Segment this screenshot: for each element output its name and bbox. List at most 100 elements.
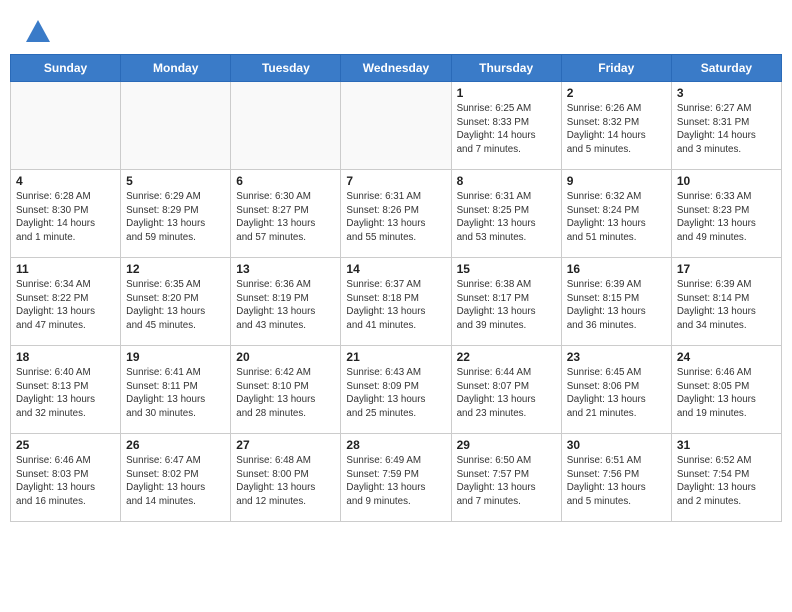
logo xyxy=(24,18,56,46)
calendar-table: SundayMondayTuesdayWednesdayThursdayFrid… xyxy=(10,54,782,522)
day-info: Sunrise: 6:33 AM Sunset: 8:23 PM Dayligh… xyxy=(677,190,776,245)
day-number: 16 xyxy=(567,262,666,276)
day-info: Sunrise: 6:32 AM Sunset: 8:24 PM Dayligh… xyxy=(567,190,666,245)
calendar-cell: 27 Sunrise: 6:48 AM Sunset: 8:00 PM Dayli… xyxy=(231,434,341,522)
header xyxy=(0,0,792,54)
day-info: Sunrise: 6:47 AM Sunset: 8:02 PM Dayligh… xyxy=(126,454,225,509)
calendar-cell: 12Sunrise: 6:35 AM Sunset: 8:20 PM Dayli… xyxy=(121,258,231,346)
day-info: Sunrise: 6:35 AM Sunset: 8:20 PM Dayligh… xyxy=(126,278,225,333)
day-info: Sunrise: 6:48 AM Sunset: 8:00 PM Dayligh… xyxy=(236,454,335,509)
day-number: 20 xyxy=(236,350,335,364)
day-info: Sunrise: 6:44 AM Sunset: 8:07 PM Dayligh… xyxy=(457,366,556,421)
day-info: Sunrise: 6:38 AM Sunset: 8:17 PM Dayligh… xyxy=(457,278,556,333)
calendar-cell: 15 Sunrise: 6:38 AM Sunset: 8:17 PM Dayli… xyxy=(451,258,561,346)
day-number: 1 xyxy=(457,86,556,100)
calendar-cell: 29 Sunrise: 6:50 AM Sunset: 7:57 PM Dayli… xyxy=(451,434,561,522)
day-info: Sunrise: 6:50 AM Sunset: 7:57 PM Dayligh… xyxy=(457,454,556,509)
day-info: Sunrise: 6:49 AM Sunset: 7:59 PM Dayligh… xyxy=(346,454,445,509)
day-info: Sunrise: 6:36 AM Sunset: 8:19 PM Dayligh… xyxy=(236,278,335,333)
day-of-week-header: Monday xyxy=(121,55,231,82)
day-number: 30 xyxy=(567,438,666,452)
day-of-week-header: Sunday xyxy=(11,55,121,82)
day-info: Sunrise: 6:46 AM Sunset: 8:03 PM Dayligh… xyxy=(16,454,115,509)
calendar-cell: 20 Sunrise: 6:42 AM Sunset: 8:10 PM Dayli… xyxy=(231,346,341,434)
day-info: Sunrise: 6:31 AM Sunset: 8:25 PM Dayligh… xyxy=(457,190,556,245)
calendar-cell: 19Sunrise: 6:41 AM Sunset: 8:11 PM Dayli… xyxy=(121,346,231,434)
day-info: Sunrise: 6:42 AM Sunset: 8:10 PM Dayligh… xyxy=(236,366,335,421)
day-of-week-header: Thursday xyxy=(451,55,561,82)
calendar-cell: 21 Sunrise: 6:43 AM Sunset: 8:09 PM Dayli… xyxy=(341,346,451,434)
day-number: 5 xyxy=(126,174,225,188)
day-info: Sunrise: 6:43 AM Sunset: 8:09 PM Dayligh… xyxy=(346,366,445,421)
day-number: 25 xyxy=(16,438,115,452)
calendar-cell: 7 Sunrise: 6:31 AM Sunset: 8:26 PM Daylig… xyxy=(341,170,451,258)
day-number: 6 xyxy=(236,174,335,188)
day-info: Sunrise: 6:51 AM Sunset: 7:56 PM Dayligh… xyxy=(567,454,666,509)
day-info: Sunrise: 6:45 AM Sunset: 8:06 PM Dayligh… xyxy=(567,366,666,421)
day-number: 13 xyxy=(236,262,335,276)
day-number: 11 xyxy=(16,262,115,276)
day-number: 22 xyxy=(457,350,556,364)
calendar-cell: 9 Sunrise: 6:32 AM Sunset: 8:24 PM Daylig… xyxy=(561,170,671,258)
day-info: Sunrise: 6:27 AM Sunset: 8:31 PM Dayligh… xyxy=(677,102,776,157)
day-info: Sunrise: 6:28 AM Sunset: 8:30 PM Dayligh… xyxy=(16,190,115,245)
calendar-cell: 10 Sunrise: 6:33 AM Sunset: 8:23 PM Dayli… xyxy=(671,170,781,258)
calendar-cell: 24 Sunrise: 6:46 AM Sunset: 8:05 PM Dayli… xyxy=(671,346,781,434)
calendar-cell: 4 Sunrise: 6:28 AM Sunset: 8:30 PM Daylig… xyxy=(11,170,121,258)
day-number: 3 xyxy=(677,86,776,100)
day-number: 9 xyxy=(567,174,666,188)
calendar-cell: 8 Sunrise: 6:31 AM Sunset: 8:25 PM Daylig… xyxy=(451,170,561,258)
calendar-cell xyxy=(11,82,121,170)
day-of-week-header: Friday xyxy=(561,55,671,82)
calendar-cell: 17 Sunrise: 6:39 AM Sunset: 8:14 PM Dayli… xyxy=(671,258,781,346)
day-number: 2 xyxy=(567,86,666,100)
day-number: 28 xyxy=(346,438,445,452)
day-info: Sunrise: 6:26 AM Sunset: 8:32 PM Dayligh… xyxy=(567,102,666,157)
day-info: Sunrise: 6:37 AM Sunset: 8:18 PM Dayligh… xyxy=(346,278,445,333)
day-number: 29 xyxy=(457,438,556,452)
calendar-cell xyxy=(231,82,341,170)
day-info: Sunrise: 6:46 AM Sunset: 8:05 PM Dayligh… xyxy=(677,366,776,421)
day-number: 24 xyxy=(677,350,776,364)
day-number: 23 xyxy=(567,350,666,364)
day-info: Sunrise: 6:41 AM Sunset: 8:11 PM Dayligh… xyxy=(126,366,225,421)
day-of-week-header: Saturday xyxy=(671,55,781,82)
day-info: Sunrise: 6:39 AM Sunset: 8:14 PM Dayligh… xyxy=(677,278,776,333)
day-number: 7 xyxy=(346,174,445,188)
day-info: Sunrise: 6:31 AM Sunset: 8:26 PM Dayligh… xyxy=(346,190,445,245)
calendar-cell xyxy=(121,82,231,170)
day-number: 26 xyxy=(126,438,225,452)
day-number: 4 xyxy=(16,174,115,188)
calendar-cell: 3 Sunrise: 6:27 AM Sunset: 8:31 PM Daylig… xyxy=(671,82,781,170)
calendar-cell: 18Sunrise: 6:40 AM Sunset: 8:13 PM Dayli… xyxy=(11,346,121,434)
day-info: Sunrise: 6:52 AM Sunset: 7:54 PM Dayligh… xyxy=(677,454,776,509)
day-of-week-header: Wednesday xyxy=(341,55,451,82)
calendar-cell: 28 Sunrise: 6:49 AM Sunset: 7:59 PM Dayli… xyxy=(341,434,451,522)
day-info: Sunrise: 6:39 AM Sunset: 8:15 PM Dayligh… xyxy=(567,278,666,333)
day-info: Sunrise: 6:30 AM Sunset: 8:27 PM Dayligh… xyxy=(236,190,335,245)
day-info: Sunrise: 6:34 AM Sunset: 8:22 PM Dayligh… xyxy=(16,278,115,333)
day-number: 14 xyxy=(346,262,445,276)
day-number: 8 xyxy=(457,174,556,188)
day-number: 10 xyxy=(677,174,776,188)
day-info: Sunrise: 6:40 AM Sunset: 8:13 PM Dayligh… xyxy=(16,366,115,421)
day-number: 15 xyxy=(457,262,556,276)
day-info: Sunrise: 6:25 AM Sunset: 8:33 PM Dayligh… xyxy=(457,102,556,157)
calendar-cell: 14 Sunrise: 6:37 AM Sunset: 8:18 PM Dayli… xyxy=(341,258,451,346)
day-number: 31 xyxy=(677,438,776,452)
calendar-cell: 16 Sunrise: 6:39 AM Sunset: 8:15 PM Dayli… xyxy=(561,258,671,346)
calendar-cell: 11 Sunrise: 6:34 AM Sunset: 8:22 PM Dayli… xyxy=(11,258,121,346)
day-number: 21 xyxy=(346,350,445,364)
calendar-cell: 25 Sunrise: 6:46 AM Sunset: 8:03 PM Dayli… xyxy=(11,434,121,522)
day-number: 27 xyxy=(236,438,335,452)
calendar-cell: 23 Sunrise: 6:45 AM Sunset: 8:06 PM Dayli… xyxy=(561,346,671,434)
day-of-week-header: Tuesday xyxy=(231,55,341,82)
calendar-cell: 2 Sunrise: 6:26 AM Sunset: 8:32 PM Daylig… xyxy=(561,82,671,170)
calendar-cell: 26 Sunrise: 6:47 AM Sunset: 8:02 PM Dayli… xyxy=(121,434,231,522)
calendar-cell: 22 Sunrise: 6:44 AM Sunset: 8:07 PM Dayli… xyxy=(451,346,561,434)
calendar-cell: 13 Sunrise: 6:36 AM Sunset: 8:19 PM Dayli… xyxy=(231,258,341,346)
calendar-cell: 1 Sunrise: 6:25 AM Sunset: 8:33 PM Daylig… xyxy=(451,82,561,170)
calendar-cell: 31 Sunrise: 6:52 AM Sunset: 7:54 PM Dayli… xyxy=(671,434,781,522)
day-number: 17 xyxy=(677,262,776,276)
day-info: Sunrise: 6:29 AM Sunset: 8:29 PM Dayligh… xyxy=(126,190,225,245)
